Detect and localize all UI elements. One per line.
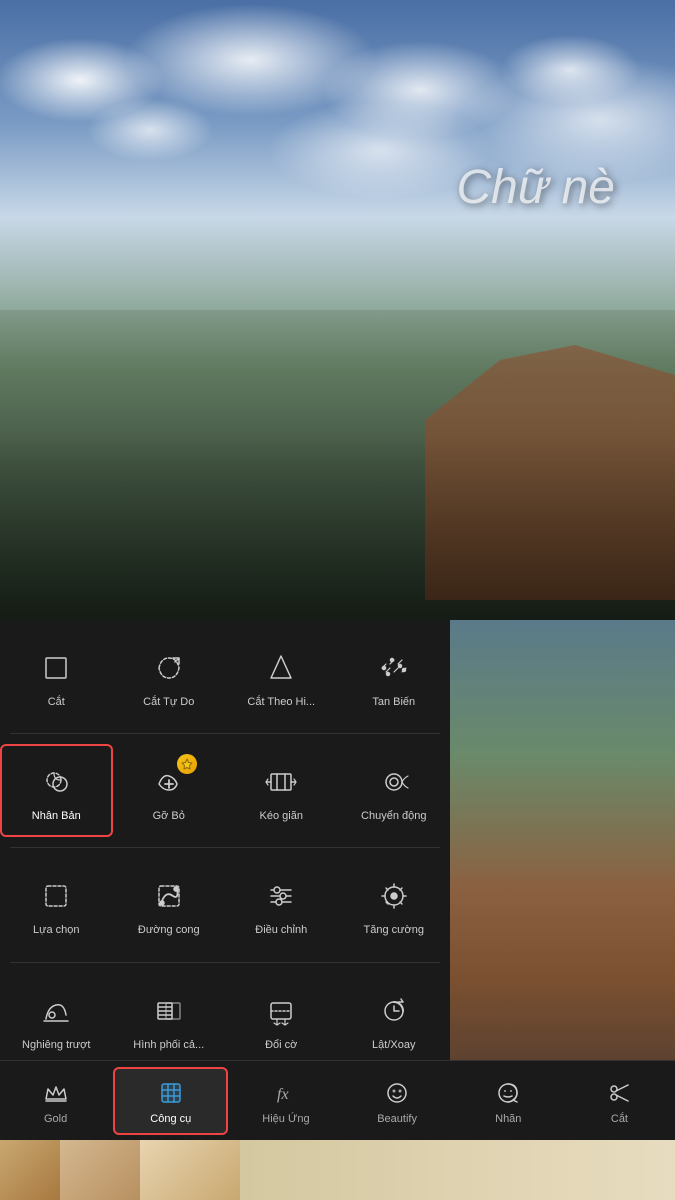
tool-dissolve[interactable]: Tan Biến	[338, 630, 451, 723]
nav-beautify[interactable]: Beautify	[342, 1069, 453, 1133]
tool-curve[interactable]: Đường cong	[113, 858, 226, 951]
motion-icon	[372, 760, 416, 804]
tool-row-4: Nghiêng trượt Hình phối cả...	[0, 963, 450, 1076]
svg-text:fx: fx	[277, 1086, 289, 1103]
tilt-icon	[34, 989, 78, 1033]
tool-row-1: Cắt Cắt Tự Do Cắt Theo Hi...	[0, 620, 450, 733]
tool-enhance[interactable]: Tăng cường	[338, 858, 451, 951]
bottom-nav: Gold Công cụ fx Hiệu Ứng	[0, 1060, 675, 1140]
tool-blend[interactable]: Hình phối cả...	[113, 973, 226, 1066]
swap-icon	[259, 989, 303, 1033]
tool-flip-rotate-label: Lật/Xoay	[372, 1039, 415, 1052]
tool-stretch[interactable]: Kéo giãn	[225, 744, 338, 837]
tool-motion[interactable]: Chuyển động	[338, 744, 451, 837]
nav-cat-label: Cắt	[611, 1113, 628, 1125]
tool-shape-crop[interactable]: Cắt Theo Hi...	[225, 630, 338, 723]
fx-icon: fx	[270, 1077, 302, 1109]
enhance-icon	[372, 874, 416, 918]
tool-enhance-label: Tăng cường	[364, 924, 424, 937]
tool-clone-label: Nhân Bản	[32, 810, 81, 823]
tool-remove-label: Gỡ Bỏ	[153, 810, 185, 823]
tool-clone[interactable]: Nhân Bản	[0, 744, 113, 837]
stretch-icon	[259, 760, 303, 804]
tool-adjust-label: Điều chỉnh	[255, 924, 307, 937]
tool-crop[interactable]: Cắt	[0, 630, 113, 723]
tool-motion-label: Chuyển động	[361, 810, 426, 823]
tool-swap[interactable]: Đổi cờ	[225, 973, 338, 1066]
tool-shape-crop-label: Cắt Theo Hi...	[247, 696, 315, 709]
nav-nhan-label: Nhãn	[495, 1113, 521, 1125]
clone-icon	[34, 760, 78, 804]
nav-gold-label: Gold	[44, 1113, 67, 1125]
tool-curve-label: Đường cong	[138, 924, 200, 937]
curve-icon	[147, 874, 191, 918]
tool-stretch-label: Kéo giãn	[260, 810, 303, 823]
remove-icon	[147, 760, 191, 804]
tool-tilt[interactable]: Nghiêng trượt	[0, 973, 113, 1066]
nav-hieu-ung-label: Hiệu Ứng	[262, 1113, 309, 1125]
photo-right-panel	[450, 620, 675, 1070]
nav-hieu-ung[interactable]: fx Hiệu Ứng	[230, 1069, 341, 1133]
ad-content	[0, 1140, 675, 1200]
crown-icon	[40, 1077, 72, 1109]
nav-nhan[interactable]: Nhãn	[453, 1069, 564, 1133]
crop-tool-icon	[155, 1077, 187, 1109]
tool-select-label: Lựa chọn	[33, 924, 80, 937]
nav-cong-cu[interactable]: Công cụ	[113, 1067, 228, 1135]
freehand-crop-icon	[147, 646, 191, 690]
nav-cat[interactable]: Cắt	[564, 1069, 675, 1133]
tool-flip-rotate[interactable]: Lật/Xoay	[338, 973, 451, 1066]
ad-strip[interactable]	[0, 1140, 675, 1200]
tool-freehand-crop[interactable]: Cắt Tự Do	[113, 630, 226, 723]
photo-canvas: Chữ nè	[0, 0, 675, 620]
tool-row-2: Nhân Bản Gỡ Bỏ	[0, 734, 450, 847]
tool-freehand-crop-label: Cắt Tự Do	[143, 696, 194, 709]
sticker-icon	[492, 1077, 524, 1109]
blend-icon	[147, 989, 191, 1033]
adjust-icon	[259, 874, 303, 918]
tool-swap-label: Đổi cờ	[265, 1039, 297, 1052]
nav-gold[interactable]: Gold	[0, 1069, 111, 1133]
select-icon	[34, 874, 78, 918]
flip-rotate-icon	[372, 989, 416, 1033]
nav-beautify-label: Beautify	[377, 1113, 417, 1125]
scissors-icon	[603, 1077, 635, 1109]
dissolve-icon	[372, 646, 416, 690]
face-icon	[381, 1077, 413, 1109]
gold-badge	[177, 754, 197, 774]
tool-blend-label: Hình phối cả...	[133, 1039, 204, 1052]
tool-remove[interactable]: Gỡ Bỏ	[113, 744, 226, 837]
tool-crop-label: Cắt	[48, 696, 65, 709]
crop-icon	[34, 646, 78, 690]
photo-text-overlay: Chữ nè	[456, 160, 615, 215]
photo-gradient	[0, 434, 675, 620]
tool-row-3: Lựa chọn Đường cong	[0, 848, 450, 961]
shape-crop-icon	[259, 646, 303, 690]
tool-tilt-label: Nghiêng trượt	[22, 1039, 90, 1052]
nav-cong-cu-label: Công cụ	[150, 1113, 191, 1125]
tool-dissolve-label: Tan Biến	[372, 696, 415, 709]
tool-adjust[interactable]: Điều chỉnh	[225, 858, 338, 951]
tool-select[interactable]: Lựa chọn	[0, 858, 113, 951]
